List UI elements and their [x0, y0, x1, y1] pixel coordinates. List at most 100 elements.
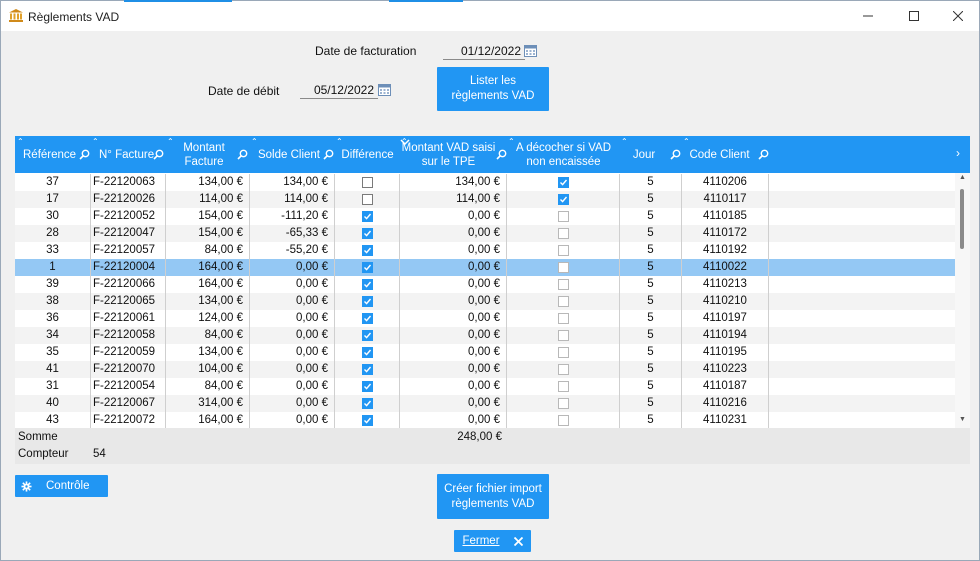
table-row[interactable]: 17 F-22120026 114,00 €114,00 €114,00 €5 411… [15, 191, 955, 208]
table-row[interactable]: 28 F-22120047 154,00 € -65,33 € 0,00 € 5 41101… [15, 225, 955, 242]
checkbox-unchecked[interactable] [558, 262, 569, 273]
checkbox-unchecked[interactable] [558, 228, 569, 239]
scrollbar-thumb[interactable] [960, 189, 964, 249]
checkbox-checked[interactable] [362, 245, 373, 256]
checkbox-checked[interactable] [362, 330, 373, 341]
search-icon[interactable] [153, 149, 164, 160]
checkbox-checked[interactable] [558, 177, 569, 188]
checkbox-checked[interactable] [362, 228, 373, 239]
table-row[interactable]: 38 F-22120065 134,00 €0,00 €0,00 €5 4110210 [15, 293, 955, 310]
checkbox-checked[interactable] [362, 364, 373, 375]
col-header-code-client[interactable]: Code Client [682, 136, 769, 173]
search-icon[interactable] [670, 149, 681, 160]
col-header-montant-vad[interactable]: Montant VAD saisi sur le TPE [400, 136, 507, 173]
search-icon[interactable] [323, 149, 334, 160]
maximize-button[interactable] [891, 1, 937, 31]
cell-code: 4110223 [682, 361, 769, 378]
cell-difference [335, 208, 400, 225]
checkbox-unchecked[interactable] [558, 330, 569, 341]
cell-vad: 0,00 € [400, 276, 507, 293]
checkbox-unchecked[interactable] [558, 381, 569, 392]
checkbox-checked[interactable] [362, 415, 373, 426]
cell-jour: 5 [620, 395, 682, 412]
date-facturation-field[interactable]: 01/12/2022 [443, 43, 525, 60]
checkbox-checked[interactable] [362, 262, 373, 273]
cell-vad: 0,00 € [400, 208, 507, 225]
table-body: 37 F-22120063 134,00 €134,00 €134,00 €5 411… [15, 173, 955, 428]
checkbox-checked[interactable] [362, 381, 373, 392]
checkbox-unchecked[interactable] [362, 194, 373, 205]
table-row[interactable]: 36 F-22120061 124,00 €0,00 €0,00 €5 4110197 [15, 310, 955, 327]
table-row[interactable]: 1 F-22120004 164,00 €0,00 €0,00 €5 4110022 [15, 259, 955, 276]
fermer-button[interactable]: Fermer [454, 530, 531, 552]
cell-facture: F-22120047 [91, 225, 166, 242]
col-header-difference[interactable]: Différence [335, 136, 400, 173]
table-row[interactable]: 39 F-22120066 164,00 €0,00 €0,00 €5 4110213 [15, 276, 955, 293]
table-row[interactable]: 33 F-22120057 84,00 € -55,20 € 0,00 € 5 411019… [15, 242, 955, 259]
calendar-icon[interactable] [524, 44, 537, 57]
checkbox-checked[interactable] [362, 347, 373, 358]
checkbox-unchecked[interactable] [558, 245, 569, 256]
checkbox-checked[interactable] [362, 279, 373, 290]
col-header-a-decocher[interactable]: A décocher si VAD non encaissée [507, 136, 620, 173]
scroll-right-icon[interactable]: › [956, 146, 960, 160]
col-header-solde-client[interactable]: Solde Client [250, 136, 328, 173]
cell-montant: 314,00 € [166, 395, 250, 412]
cell-jour: 5 [620, 225, 682, 242]
list-reglements-button[interactable]: Lister les règlements VAD [437, 67, 549, 111]
minimize-button[interactable] [845, 1, 891, 31]
checkbox-unchecked[interactable] [558, 347, 569, 358]
scroll-down-icon[interactable]: ▼ [959, 416, 966, 423]
cell-facture: F-22120063 [91, 174, 166, 191]
checkbox-unchecked[interactable] [558, 364, 569, 375]
cell-montant: 84,00 € [166, 242, 250, 259]
cell-facture: F-22120065 [91, 293, 166, 310]
col-header-montant-facture[interactable]: Montant Facture [166, 136, 242, 173]
checkbox-checked[interactable] [362, 296, 373, 307]
checkbox-unchecked[interactable] [558, 279, 569, 290]
search-icon[interactable] [758, 149, 769, 160]
checkbox-unchecked[interactable] [558, 398, 569, 409]
search-icon[interactable] [79, 149, 90, 160]
bank-icon [9, 9, 23, 22]
cell-montant: 164,00 € [166, 412, 250, 428]
cell-jour: 5 [620, 242, 682, 259]
cell-difference [335, 242, 400, 259]
table-row[interactable]: 31 F-22120054 84,00 €0,00 €0,00 €5 4110187 [15, 378, 955, 395]
checkbox-unchecked[interactable] [558, 313, 569, 324]
checkbox-unchecked[interactable] [558, 296, 569, 307]
cell-facture: F-22120070 [91, 361, 166, 378]
table-row[interactable]: 43 F-22120072 164,00 €0,00 €0,00 €5 4110231 [15, 412, 955, 428]
table-row[interactable]: 34 F-22120058 84,00 €0,00 €0,00 €5 4110194 [15, 327, 955, 344]
vertical-scrollbar[interactable]: ▲ ▼ [955, 173, 970, 428]
checkbox-checked[interactable] [362, 313, 373, 324]
table-row[interactable]: 37 F-22120063 134,00 €134,00 €134,00 €5 411… [15, 174, 955, 191]
controle-button[interactable]: Contrôle [15, 475, 108, 497]
checkbox-checked[interactable] [558, 194, 569, 205]
checkbox-unchecked[interactable] [558, 211, 569, 222]
close-icon [513, 536, 523, 546]
creer-fichier-button[interactable]: Créer fichier import règlements VAD [437, 474, 549, 519]
table-row[interactable]: 41 F-22120070 104,00 €0,00 €0,00 €5 4110223 [15, 361, 955, 378]
cell-solde: 0,00 € [250, 310, 335, 327]
cell-jour: 5 [620, 361, 682, 378]
cell-ref: 1 [15, 259, 91, 276]
compteur-label: Compteur [18, 448, 69, 460]
checkbox-unchecked[interactable] [558, 415, 569, 426]
cell-decocher [507, 276, 620, 293]
checkbox-checked[interactable] [362, 211, 373, 222]
search-icon[interactable] [496, 149, 507, 160]
scroll-up-icon[interactable]: ▲ [959, 174, 966, 181]
checkbox-checked[interactable] [362, 398, 373, 409]
table-row[interactable]: 30 F-22120052 154,00 € -111,20 € 0,00 € 5 4110… [15, 208, 955, 225]
table-row[interactable]: 35 F-22120059 134,00 €0,00 €0,00 €5 4110195 [15, 344, 955, 361]
close-window-button[interactable] [935, 1, 980, 31]
cell-facture: F-22120052 [91, 208, 166, 225]
table-row[interactable]: 40 F-22120067 314,00 €0,00 €0,00 €5 4110216 [15, 395, 955, 412]
calendar-icon[interactable] [378, 83, 391, 96]
cell-vad: 0,00 € [400, 378, 507, 395]
search-icon[interactable] [237, 149, 248, 160]
checkbox-unchecked[interactable] [362, 177, 373, 188]
cell-montant: 134,00 € [166, 344, 250, 361]
date-debit-field[interactable]: 05/12/2022 [300, 82, 378, 99]
